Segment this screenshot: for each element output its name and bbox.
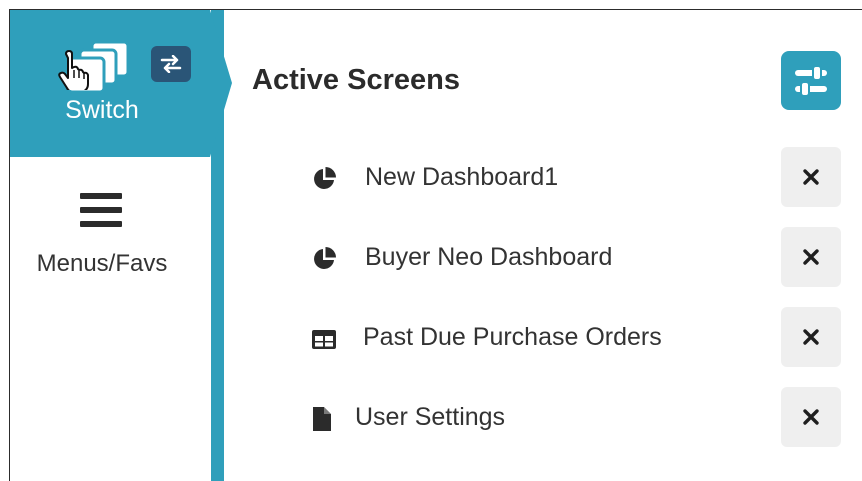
screen-row: User Settings <box>224 387 844 447</box>
screen-label[interactable]: Buyer Neo Dashboard <box>365 243 612 272</box>
hamburger-menu-icon <box>80 193 122 227</box>
swap-arrows-icon <box>151 46 191 82</box>
document-icon <box>313 407 331 431</box>
close-icon <box>803 329 819 345</box>
sidebar: Switch Menus/Favs <box>10 10 232 481</box>
screen-row: New Dashboard1 <box>224 147 844 207</box>
menus-favs-label: Menus/Favs <box>36 250 168 277</box>
sidebar-item-menus-favs[interactable]: Menus/Favs <box>10 157 210 277</box>
close-screen-button[interactable] <box>781 387 841 447</box>
screen-label[interactable]: Past Due Purchase Orders <box>363 323 662 352</box>
hand-pointer-icon <box>58 50 89 90</box>
screen-row: Past Due Purchase Orders <box>224 307 844 367</box>
table-icon <box>312 330 336 349</box>
panel-title: Active Screens <box>252 64 460 96</box>
sidebar-item-switch[interactable]: Switch <box>10 10 210 157</box>
sliders-icon <box>795 64 827 97</box>
screen-row: Buyer Neo Dashboard <box>224 227 844 287</box>
close-screen-button[interactable] <box>781 307 841 367</box>
close-icon <box>803 249 819 265</box>
switch-label: Switch <box>65 96 139 124</box>
pie-chart-icon <box>314 247 336 269</box>
close-icon <box>803 169 819 185</box>
pie-chart-icon <box>314 167 336 189</box>
close-icon <box>803 409 819 425</box>
settings-button[interactable] <box>781 51 841 110</box>
close-screen-button[interactable] <box>781 227 841 287</box>
close-screen-button[interactable] <box>781 147 841 207</box>
app-frame: Switch Menus/Favs Active Screens New Das… <box>9 9 862 481</box>
screen-label[interactable]: User Settings <box>355 403 505 432</box>
active-screens-panel: Active Screens New Dashboard1 Buyer Neo … <box>224 10 862 481</box>
screen-label[interactable]: New Dashboard1 <box>365 163 558 192</box>
